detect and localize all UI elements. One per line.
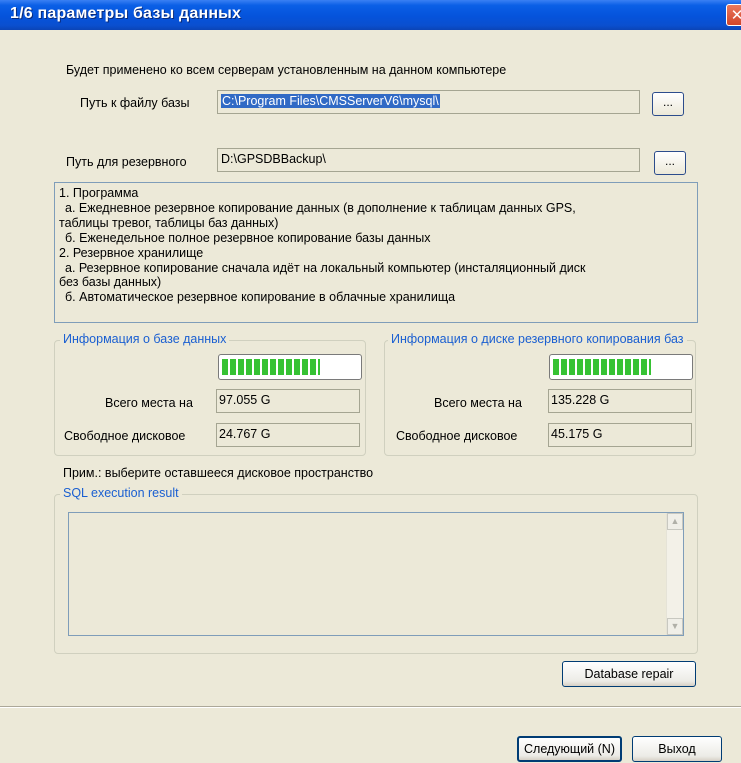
title-bar: 1/6 параметры базы данных ✕ [0,0,741,30]
backup-total-value: 135.228 G [548,389,692,413]
db-free-value: 24.767 G [216,423,360,447]
note-text: Прим.: выберите оставшееся дисковое прос… [63,466,374,480]
db-total-label: Всего места на [105,396,193,410]
backup-path-label: Путь для резервного [66,155,187,169]
close-button[interactable]: ✕ [726,4,741,26]
backup-free-value: 45.175 G [548,423,692,447]
scroll-up-icon[interactable]: ▲ [667,513,683,530]
backup-total-label: Всего места на [434,396,522,410]
db-path-value: C:\Program Files\CMSServerV6\mysql\ [221,94,440,108]
info-line: б. Автоматическое резервное копирование … [65,290,456,305]
info-line: а. Резервное копирование сначала идёт на… [65,260,586,275]
backup-path-value: D:\GPSDBBackup\ [221,152,326,166]
db-usage-progress [218,354,362,380]
info-line: таблицы тревог, таблицы баз данных) [59,215,279,230]
database-repair-button[interactable]: Database repair [562,661,696,687]
close-icon: ✕ [730,7,741,24]
info-line: без базы данных) [59,275,162,290]
db-free-label: Свободное дисковое [64,429,186,443]
sql-scrollbar[interactable]: ▲ ▼ [666,513,683,635]
backup-free-label: Свободное дисковое [396,429,518,443]
exit-button[interactable]: Выход [632,736,722,762]
info-text-box: 1. Программа а. Ежедневное резервное коп… [54,182,698,323]
backup-path-browse-button[interactable]: ... [654,151,686,175]
info-line: а. Ежедневное резервное копирование данн… [65,200,576,215]
db-path-label: Путь к файлу базы [80,96,190,110]
next-button[interactable]: Следующий (N) [517,736,622,762]
info-line: 2. Резервное хранилище [59,245,204,260]
separator [0,706,741,708]
scroll-down-icon[interactable]: ▼ [667,618,683,635]
sql-result-textarea[interactable]: ▲ ▼ [68,512,684,636]
db-path-input[interactable]: C:\Program Files\CMSServerV6\mysql\ [217,90,640,114]
backup-path-input[interactable]: D:\GPSDBBackup\ [217,148,640,172]
backup-usage-progress [549,354,693,380]
backup-info-title: Информация о диске резервного копировани… [388,332,687,346]
sql-result-title: SQL execution result [60,486,182,500]
info-line: б. Еженедельное полное резервное копиров… [65,230,431,245]
notice-text: Будет применено ко всем серверам установ… [66,63,507,77]
db-total-value: 97.055 G [216,389,360,413]
db-info-title: Информация о базе данных [60,332,230,346]
db-usage-fill [222,359,320,375]
backup-usage-fill [553,359,651,375]
window-title: 1/6 параметры базы данных [10,5,242,22]
db-path-browse-button[interactable]: ... [652,92,684,116]
info-line: 1. Программа [59,186,139,200]
